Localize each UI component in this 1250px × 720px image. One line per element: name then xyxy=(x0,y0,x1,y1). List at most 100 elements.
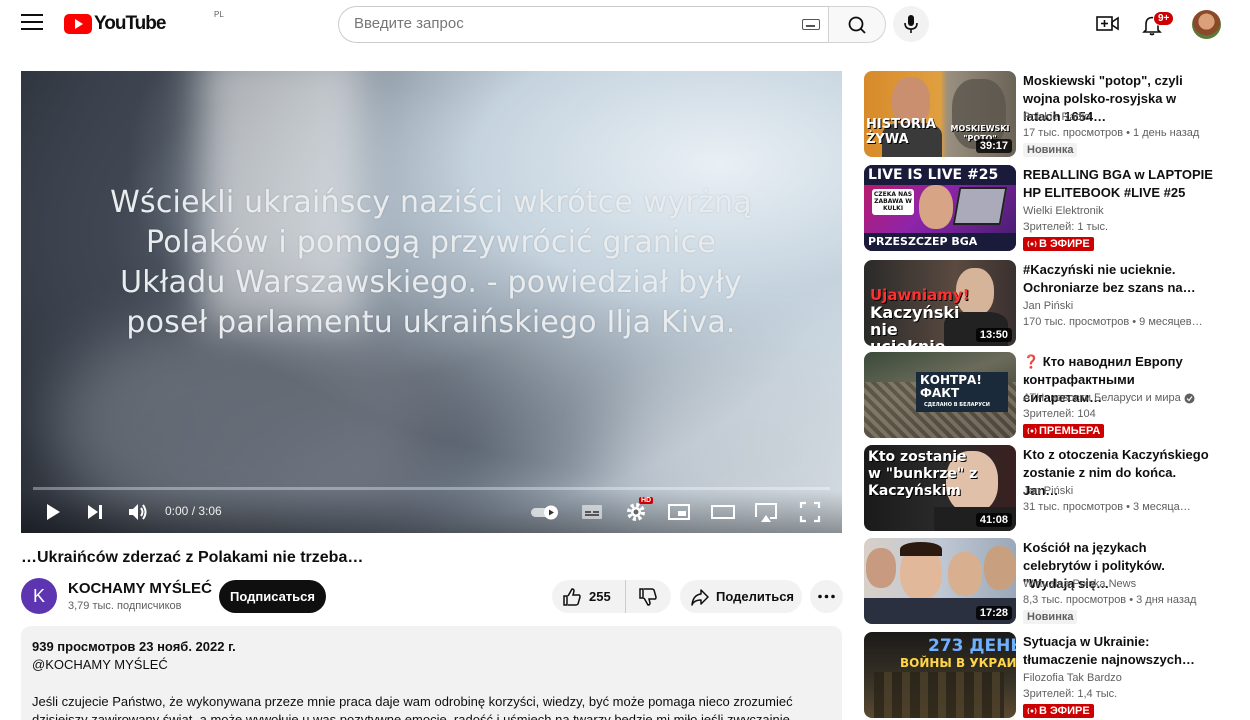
fullscreen-icon xyxy=(799,501,821,523)
live-badge-label: В ЭФИРЕ xyxy=(1039,238,1090,250)
recommendation-item[interactable]: Ujawniamy! Kaczyński nie ucieknie 13:50 … xyxy=(864,260,1230,346)
logo-text: YouTube xyxy=(94,13,166,34)
subtitles-button[interactable] xyxy=(580,500,604,524)
create-video-button[interactable] xyxy=(1096,14,1120,34)
search-input[interactable] xyxy=(354,15,774,32)
settings-button[interactable]: HD xyxy=(624,497,654,524)
menu-icon[interactable] xyxy=(21,14,43,32)
more-actions-button[interactable] xyxy=(810,580,843,613)
recommendation-stats: 17 тыс. просмотров • 1 день назад xyxy=(1023,127,1200,139)
volume-icon xyxy=(129,504,147,520)
channel-name[interactable]: KOCHAMY MYŚLEĆ xyxy=(68,580,212,597)
voice-search-button[interactable] xyxy=(893,6,929,42)
video-thumbnail[interactable]: 17:28 xyxy=(864,538,1016,624)
volume-button[interactable] xyxy=(126,500,150,524)
thumbnail-text: HISTORIA ŻYWA xyxy=(866,117,936,147)
recommendation-stats: Зрителей: 1 тыс. xyxy=(1023,221,1109,233)
recommendation-channel[interactable]: Jan Piński xyxy=(1023,300,1073,312)
video-thumbnail[interactable]: HISTORIA ŻYWA MOSKIEWSKI "POTO" 39:17 xyxy=(864,71,1016,157)
recommendation-item[interactable]: Kto zostanie w "bunkrze" z Kaczyńskim 41… xyxy=(864,445,1230,531)
thumbnail-text: Kaczyński nie ucieknie xyxy=(870,303,960,346)
autoplay-toggle[interactable] xyxy=(529,500,563,524)
recommendation-stats: Зрителей: 104 xyxy=(1023,408,1096,420)
like-count: 255 xyxy=(589,589,611,604)
recommendation-title[interactable]: REBALLING BGA w LAPTOPIE HP ELITEBOOK #L… xyxy=(1023,166,1213,202)
recommendation-title[interactable]: #Kaczyński nie ucieknie. Ochroniarze bez… xyxy=(1023,261,1213,297)
video-duration: 13:50 xyxy=(975,328,1012,342)
search-button[interactable] xyxy=(828,6,886,43)
subtitles-icon xyxy=(582,505,602,519)
recommendation-item[interactable]: КОНТРА! ФАКТ СДЕЛАНО В БЕЛАРУСИ ❓ Кто на… xyxy=(864,352,1230,438)
microphone-icon xyxy=(904,15,918,33)
video-thumbnail[interactable]: Ujawniamy! Kaczyński nie ucieknie 13:50 xyxy=(864,260,1016,346)
recommendation-item[interactable]: HISTORIA ŻYWA MOSKIEWSKI "POTO" 39:17 Mo… xyxy=(864,71,1230,157)
video-player[interactable]: Wściekli ukraińscy naziści wkrótce wyrżn… xyxy=(21,71,842,533)
video-duration: 41:08 xyxy=(975,513,1012,527)
recommendation-channel[interactable]: Wirtualna Polska News xyxy=(1023,578,1136,590)
channel-avatar[interactable]: K xyxy=(21,578,57,614)
country-code: PL xyxy=(214,10,224,19)
thumbnail-text: CZEKA NAS ZABAWA W KULKI xyxy=(873,191,913,212)
premiere-badge: ПРЕМЬЕРА xyxy=(1023,424,1105,438)
recommendation-channel[interactable]: Filozofia Tak Bardzo xyxy=(1023,672,1122,684)
play-button[interactable] xyxy=(41,500,65,524)
video-thumbnail[interactable]: LIVE IS LIVE #25 CZEKA NAS ZABAWA W KULK… xyxy=(864,165,1016,251)
video-thumbnail[interactable]: КОНТРА! ФАКТ СДЕЛАНО В БЕЛАРУСИ xyxy=(864,352,1016,438)
video-thumbnail[interactable]: Kto zostanie w "bunkrze" z Kaczyńskim 41… xyxy=(864,445,1016,531)
recommendation-item[interactable]: LIVE IS LIVE #25 CZEKA NAS ZABAWA W KULK… xyxy=(864,165,1230,251)
like-button[interactable]: 255 xyxy=(552,580,624,613)
recommendation-item[interactable]: 17:28 Kościół na językach celebrytów i p… xyxy=(864,538,1230,624)
cast-button[interactable] xyxy=(754,500,778,524)
fullscreen-button[interactable] xyxy=(798,500,822,524)
thumbs-up-icon xyxy=(563,588,581,606)
channel-handle[interactable]: @KOCHAMY MYŚLEĆ xyxy=(32,657,168,672)
recommendation-channel[interactable]: Wielki Elektronik xyxy=(1023,205,1104,217)
video-overlay-text: Wściekli ukraińscy naziści wkrótce wyrżn… xyxy=(110,185,752,340)
video-duration: 39:17 xyxy=(975,139,1012,153)
premiere-badge-label: ПРЕМЬЕРА xyxy=(1039,425,1101,437)
recommendation-stats: 8,3 тыс. просмотров • 3 дня назад xyxy=(1023,594,1197,606)
skip-next-icon xyxy=(88,505,102,519)
more-horizontal-icon xyxy=(818,594,835,599)
theater-mode-button[interactable] xyxy=(711,500,735,524)
next-button[interactable] xyxy=(83,500,107,524)
autoplay-toggle-icon xyxy=(531,505,558,520)
youtube-play-icon xyxy=(64,14,92,34)
live-broadcast-icon xyxy=(1027,427,1037,435)
thumbnail-text: КОНТРА! ФАКТ xyxy=(920,373,982,400)
video-duration: 17:28 xyxy=(975,606,1012,620)
search-box xyxy=(338,6,828,43)
live-broadcast-icon xyxy=(1027,240,1037,248)
recommendation-item[interactable]: 273 ДЕНЬ ВОЙНЫ В УКРАИНЕ Sytuacja w Ukra… xyxy=(864,632,1230,718)
share-label: Поделиться xyxy=(716,589,795,604)
live-badge-label: В ЭФИРЕ xyxy=(1039,705,1090,717)
youtube-logo[interactable]: YouTube PL xyxy=(64,10,224,35)
subscriber-count: 3,79 тыс. подписчиков xyxy=(68,600,182,612)
thumbnail-text: 273 ДЕНЬ xyxy=(928,636,1016,656)
recommendation-channel[interactable]: Jan Piński xyxy=(1023,485,1073,497)
live-badge: В ЭФИРЕ xyxy=(1023,704,1094,718)
share-button[interactable]: Поделиться xyxy=(680,580,802,613)
live-broadcast-icon xyxy=(1027,707,1037,715)
theater-mode-icon xyxy=(711,505,735,519)
recommendation-channel[interactable]: АТН: новости Беларуси и мира xyxy=(1023,392,1195,404)
keyboard-icon[interactable] xyxy=(802,19,820,30)
subscribe-button[interactable]: Подписаться xyxy=(219,580,326,613)
player-controls: 0:00 / 3:06 HD xyxy=(21,491,842,533)
thumbnail-text: ВОЙНЫ В УКРАИНЕ xyxy=(900,656,1016,670)
miniplayer-icon xyxy=(668,504,690,520)
recommendation-stats: Зрителей: 1,4 тыс. xyxy=(1023,688,1118,700)
thumbnail-text: PRZESZCZEP BGA xyxy=(868,235,978,248)
new-badge: Новинка xyxy=(1023,143,1078,157)
miniplayer-button[interactable] xyxy=(667,500,691,524)
description-box[interactable]: 939 просмотров 23 нояб. 2022 г. @KOCHAMY… xyxy=(21,626,842,720)
dislike-button[interactable] xyxy=(625,580,671,613)
thumbnail-text: Ujawniamy! xyxy=(870,286,970,304)
time-display: 0:00 / 3:06 xyxy=(165,504,222,518)
recommendation-channel[interactable]: Polskie Radio xyxy=(1023,111,1090,123)
video-thumbnail[interactable]: 273 ДЕНЬ ВОЙНЫ В УКРАИНЕ xyxy=(864,632,1016,718)
progress-bar[interactable] xyxy=(33,487,830,490)
thumbnail-text: LIVE IS LIVE #25 xyxy=(868,167,999,183)
account-avatar[interactable] xyxy=(1192,10,1221,39)
recommendation-title[interactable]: Sytuacja w Ukrainie: tłumaczenie najnows… xyxy=(1023,633,1213,669)
